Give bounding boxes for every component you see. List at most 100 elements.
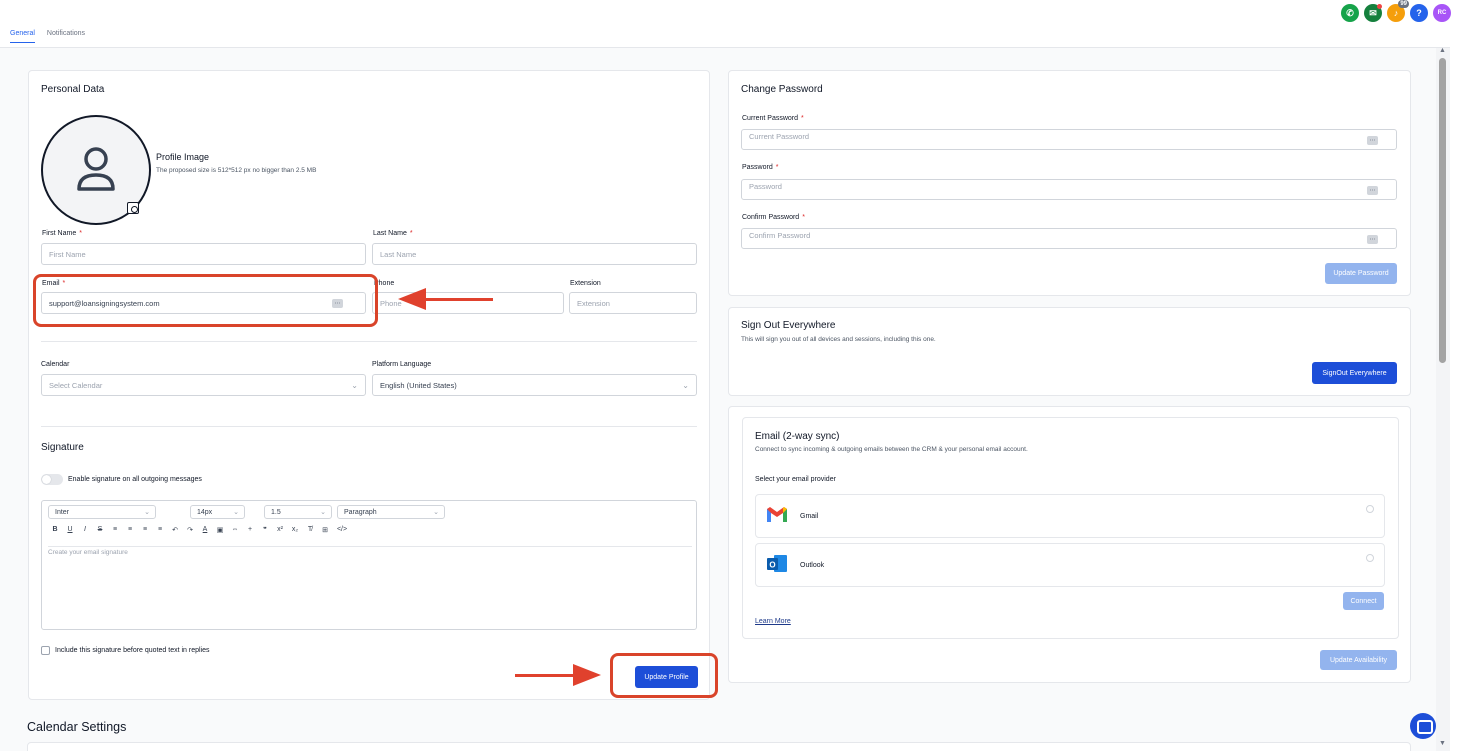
font-family-select[interactable]: Inter ⌄ (48, 505, 156, 519)
text-color-icon[interactable]: A (200, 526, 210, 534)
calendar-select[interactable]: Select Calendar ⌄ (41, 374, 366, 396)
extension-input[interactable]: Extension (569, 292, 697, 314)
outlook-icon: O (767, 555, 787, 572)
sign-out-everywhere-button[interactable]: SignOut Everywhere (1312, 362, 1397, 384)
arrow-right-shaft (515, 674, 575, 677)
calendar-label: Calendar (41, 361, 70, 368)
tab-general[interactable]: General (10, 30, 35, 43)
scroll-down-icon[interactable]: ▼ (1439, 740, 1446, 747)
chat-widget-button[interactable] (1410, 713, 1436, 739)
chevron-down-icon: ⌄ (433, 509, 439, 516)
chevron-down-icon: ⌄ (351, 381, 358, 390)
insert-icon[interactable]: + (245, 526, 255, 534)
extension-label: Extension (570, 280, 601, 287)
notification-count-badge: 99 (1398, 0, 1409, 8)
confirm-password-label: Confirm Password * (742, 214, 805, 221)
arrow-right-icon (573, 664, 601, 686)
last-name-label: Last Name * (373, 230, 413, 237)
first-name-input[interactable]: First Name (41, 243, 366, 265)
personal-data-title: Personal Data (41, 84, 105, 95)
scroll-up-icon[interactable]: ▲ (1439, 47, 1446, 54)
include-signature-label: Include this signature before quoted tex… (55, 647, 210, 654)
calendar-settings-card (27, 742, 1411, 751)
learn-more-link[interactable]: Learn More (755, 618, 791, 625)
sign-out-everywhere-title: Sign Out Everywhere (741, 320, 836, 331)
scrollbar-thumb[interactable] (1439, 58, 1446, 363)
top-bar: ✆ ✉ ♪ 99 ? RC (0, 0, 1461, 26)
redo-icon[interactable]: ↷ (185, 526, 195, 534)
svg-text:O: O (769, 561, 775, 570)
settings-tabs: General Notifications (10, 30, 85, 43)
font-size-select[interactable]: 14px ⌄ (190, 505, 245, 519)
signature-editor: Inter ⌄ 14px ⌄ 1.5 ⌄ Paragraph ⌄ B U I S ≡ ≡… (41, 500, 697, 630)
align-right-icon[interactable]: ≡ (140, 526, 150, 534)
profile-image-hint: The proposed size is 512*512 px no bigge… (156, 167, 317, 174)
underline-icon[interactable]: U (65, 526, 75, 534)
provider-gmail-label: Gmail (800, 513, 819, 520)
email-provider-label: Select your email provider (755, 476, 836, 483)
italic-icon[interactable]: I (80, 526, 90, 534)
confirm-password-input[interactable]: Confirm Password ⋯ (741, 228, 1397, 249)
undo-icon[interactable]: ↶ (170, 526, 180, 534)
profile-image-label: Profile Image (156, 152, 210, 162)
current-password-label: Current Password * (742, 115, 804, 122)
table-icon[interactable]: ⊞ (320, 526, 330, 534)
show-password-icon[interactable]: ⋯ (1367, 186, 1378, 195)
image-icon[interactable]: ▣ (215, 526, 225, 534)
block-type-select[interactable]: Paragraph ⌄ (337, 505, 445, 519)
bold-icon[interactable]: B (50, 526, 60, 534)
connect-button[interactable]: Connect (1343, 592, 1384, 610)
current-password-input[interactable]: Current Password ⋯ (741, 129, 1397, 150)
superscript-icon[interactable]: x² (275, 526, 285, 534)
align-left-icon[interactable]: ≡ (110, 526, 120, 534)
arrow-left-shaft (420, 298, 493, 301)
phone-icon[interactable]: ✆ (1341, 4, 1359, 22)
strikethrough-icon[interactable]: S (95, 526, 105, 534)
clear-format-icon[interactable]: T̸ (305, 526, 315, 534)
first-name-label: First Name * (42, 230, 82, 237)
include-signature-checkbox[interactable] (41, 646, 50, 655)
password-input[interactable]: Password ⋯ (741, 179, 1397, 200)
align-justify-icon[interactable]: ≡ (155, 526, 165, 534)
page-scrollbar[interactable]: ▲ ▼ (1436, 47, 1450, 751)
tab-notifications[interactable]: Notifications (47, 30, 85, 43)
email-highlight-box (33, 274, 378, 327)
email-sync-description: Connect to sync incoming & outgoing emai… (755, 446, 1028, 453)
notification-bell-icon[interactable]: ♪ 99 (1387, 0, 1409, 22)
user-avatar[interactable]: RC (1433, 4, 1451, 22)
platform-language-label: Platform Language (372, 361, 432, 368)
help-icon[interactable]: ? (1410, 4, 1428, 22)
provider-gmail-radio[interactable] (1366, 505, 1374, 513)
provider-outlook-radio[interactable] (1366, 554, 1374, 562)
line-height-select[interactable]: 1.5 ⌄ (264, 505, 332, 519)
section-divider (41, 426, 697, 427)
gmail-icon (767, 507, 787, 522)
provider-gmail[interactable]: Gmail (755, 494, 1385, 538)
sign-out-everywhere-description: This will sign you out of all devices an… (741, 336, 936, 343)
update-profile-highlight-box (610, 653, 718, 698)
show-password-icon[interactable]: ⋯ (1367, 136, 1378, 145)
align-center-icon[interactable]: ≡ (125, 526, 135, 534)
email-sync-title: Email (2-way sync) (755, 431, 840, 442)
chevron-down-icon: ⌄ (320, 509, 326, 516)
chevron-down-icon: ⌄ (682, 381, 689, 390)
provider-outlook[interactable]: O Outlook (755, 543, 1385, 587)
show-password-icon[interactable]: ⋯ (1367, 235, 1378, 244)
signature-toggle[interactable] (41, 474, 63, 485)
signature-textarea[interactable]: Create your email signature (48, 549, 128, 556)
platform-language-select[interactable]: English (United States) ⌄ (372, 374, 697, 396)
update-password-button[interactable]: Update Password (1325, 263, 1397, 284)
notification-dot (1377, 4, 1382, 9)
camera-icon[interactable] (127, 202, 139, 214)
change-password-title: Change Password (741, 84, 823, 95)
password-label: Password * (742, 164, 779, 171)
quote-icon[interactable]: ❞ (260, 526, 270, 534)
editor-divider (48, 546, 692, 547)
link-icon[interactable]: ⇔ (230, 526, 240, 534)
top-icons: ✆ ✉ ♪ 99 ? RC (1341, 0, 1451, 22)
update-availability-button[interactable]: Update Availability (1320, 650, 1397, 670)
subscript-icon[interactable]: x₂ (290, 526, 300, 534)
megaphone-icon[interactable]: ✉ (1364, 4, 1382, 22)
last-name-input[interactable]: Last Name (372, 243, 697, 265)
code-view-icon[interactable]: </> (335, 526, 349, 534)
